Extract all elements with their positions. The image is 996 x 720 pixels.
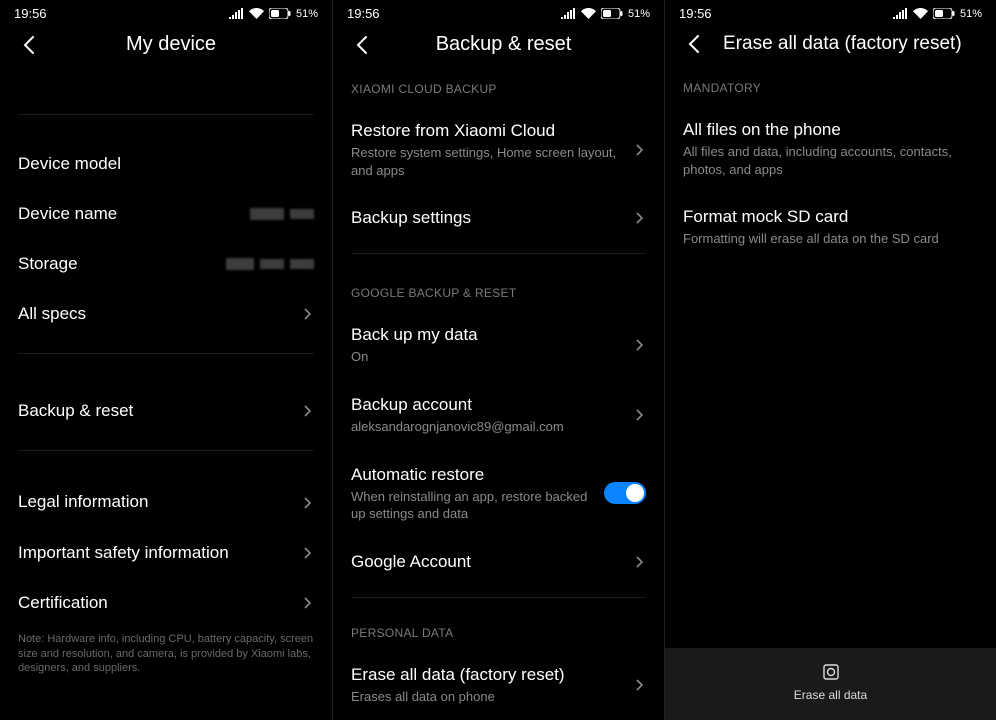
chevron-right-icon [302,497,314,509]
section-mandatory: MANDATORY [665,67,996,105]
redacted-value [226,258,314,270]
back-button[interactable] [18,34,40,56]
section-google: GOOGLE BACKUP & RESET [333,260,664,310]
row-sub: Erases all data on phone [351,688,634,706]
row-certification[interactable]: Certification [0,578,332,628]
erase-all-button[interactable]: Erase all data [665,648,996,720]
row-format-sd[interactable]: Format mock SD card Formatting will eras… [665,192,996,262]
row-label: Restore from Xiaomi Cloud [351,120,634,142]
redacted-value [250,208,314,220]
content[interactable]: XIAOMI CLOUD BACKUP Restore from Xiaomi … [333,68,664,720]
signal-icon [893,8,908,19]
content[interactable]: Device model Device name Storage All spe… [0,68,332,720]
chevron-right-icon [302,308,314,320]
erase-icon [821,662,841,682]
row-label: Device model [18,153,308,175]
row-storage[interactable]: Storage [0,239,332,289]
row-label: All specs [18,303,302,325]
hardware-note: Note: Hardware info, including CPU, batt… [0,628,332,687]
row-label: Back up my data [351,324,634,346]
row-backup-account[interactable]: Backup account aleksandarognjanovic89@gm… [333,380,664,450]
row-label: Backup settings [351,207,634,229]
row-label: Storage [18,253,226,275]
battery-pct: 51% [960,8,982,20]
chevron-right-icon [634,144,646,156]
row-backup-my-data[interactable]: Back up my data On [333,310,664,380]
row-erase-all[interactable]: Erase all data (factory reset) Erases al… [333,650,664,720]
chevron-right-icon [302,547,314,559]
row-sub: On [351,348,634,366]
row-sub: Restore system settings, Home screen lay… [351,144,634,179]
row-label: Certification [18,592,302,614]
row-all-specs[interactable]: All specs [0,289,332,339]
battery-pct: 51% [628,8,650,20]
toggle-auto-restore[interactable] [604,482,646,504]
page-title: Backup & reset [391,33,616,56]
panel-my-device: 19:56 51% My device Device model Device … [0,0,332,720]
status-time: 19:56 [347,6,380,21]
row-device-name[interactable]: Device name [0,189,332,239]
row-legal[interactable]: Legal information [0,477,332,527]
row-label: Important safety information [18,542,302,564]
row-sub: aleksandarognjanovic89@gmail.com [351,418,634,436]
signal-icon [229,8,244,19]
header: Erase all data (factory reset) [665,23,996,67]
row-sub: All files and data, including accounts, … [683,143,978,178]
row-sub: When reinstalling an app, restore backed… [351,488,594,523]
chevron-right-icon [634,212,646,224]
page-title: Erase all data (factory reset) [723,33,978,55]
status-bar: 19:56 51% [333,0,664,23]
row-backup-settings[interactable]: Backup settings [333,193,664,243]
chevron-right-icon [634,339,646,351]
row-label: Backup account [351,394,634,416]
chevron-right-icon [634,679,646,691]
row-label: Device name [18,203,250,225]
row-label: Format mock SD card [683,206,978,228]
panel-erase-all: 19:56 51% Erase all data (factory reset)… [664,0,996,720]
status-time: 19:56 [679,6,712,21]
row-device-model[interactable]: Device model [0,139,332,189]
row-safety[interactable]: Important safety information [0,528,332,578]
row-label: Erase all data (factory reset) [351,664,634,686]
row-label: Automatic restore [351,464,594,486]
row-sub: Formatting will erase all data on the SD… [683,230,978,248]
erase-button-label: Erase all data [794,688,867,702]
section-personal: PERSONAL DATA [333,604,664,650]
row-auto-restore[interactable]: Automatic restore When reinstalling an a… [333,450,664,537]
wifi-icon [913,8,928,19]
page-title: My device [58,33,284,56]
row-label: Backup & reset [18,400,302,422]
row-label: Google Account [351,551,634,573]
chevron-right-icon [302,597,314,609]
signal-icon [561,8,576,19]
battery-icon [601,8,623,19]
wifi-icon [249,8,264,19]
status-bar: 19:56 51% [665,0,996,23]
row-restore-xiaomi[interactable]: Restore from Xiaomi Cloud Restore system… [333,106,664,193]
battery-icon [269,8,291,19]
battery-icon [933,8,955,19]
row-label: All files on the phone [683,119,978,141]
row-google-account[interactable]: Google Account [333,537,664,587]
chevron-right-icon [302,405,314,417]
panel-backup-reset: 19:56 51% Backup & reset XIAOMI CLOUD BA… [332,0,664,720]
status-icons: 51% [561,8,650,20]
header: My device [0,23,332,68]
wifi-icon [581,8,596,19]
back-button[interactable] [351,34,373,56]
battery-pct: 51% [296,8,318,20]
header: Backup & reset [333,23,664,68]
row-label: Legal information [18,491,302,513]
row-all-files[interactable]: All files on the phone All files and dat… [665,105,996,192]
status-bar: 19:56 51% [0,0,332,23]
status-time: 19:56 [14,6,47,21]
section-xiaomi: XIAOMI CLOUD BACKUP [333,68,664,106]
back-button[interactable] [683,33,705,55]
row-backup-reset[interactable]: Backup & reset [0,386,332,436]
status-icons: 51% [893,8,982,20]
status-icons: 51% [229,8,318,20]
chevron-right-icon [634,556,646,568]
content[interactable]: MANDATORY All files on the phone All fil… [665,67,996,648]
chevron-right-icon [634,409,646,421]
